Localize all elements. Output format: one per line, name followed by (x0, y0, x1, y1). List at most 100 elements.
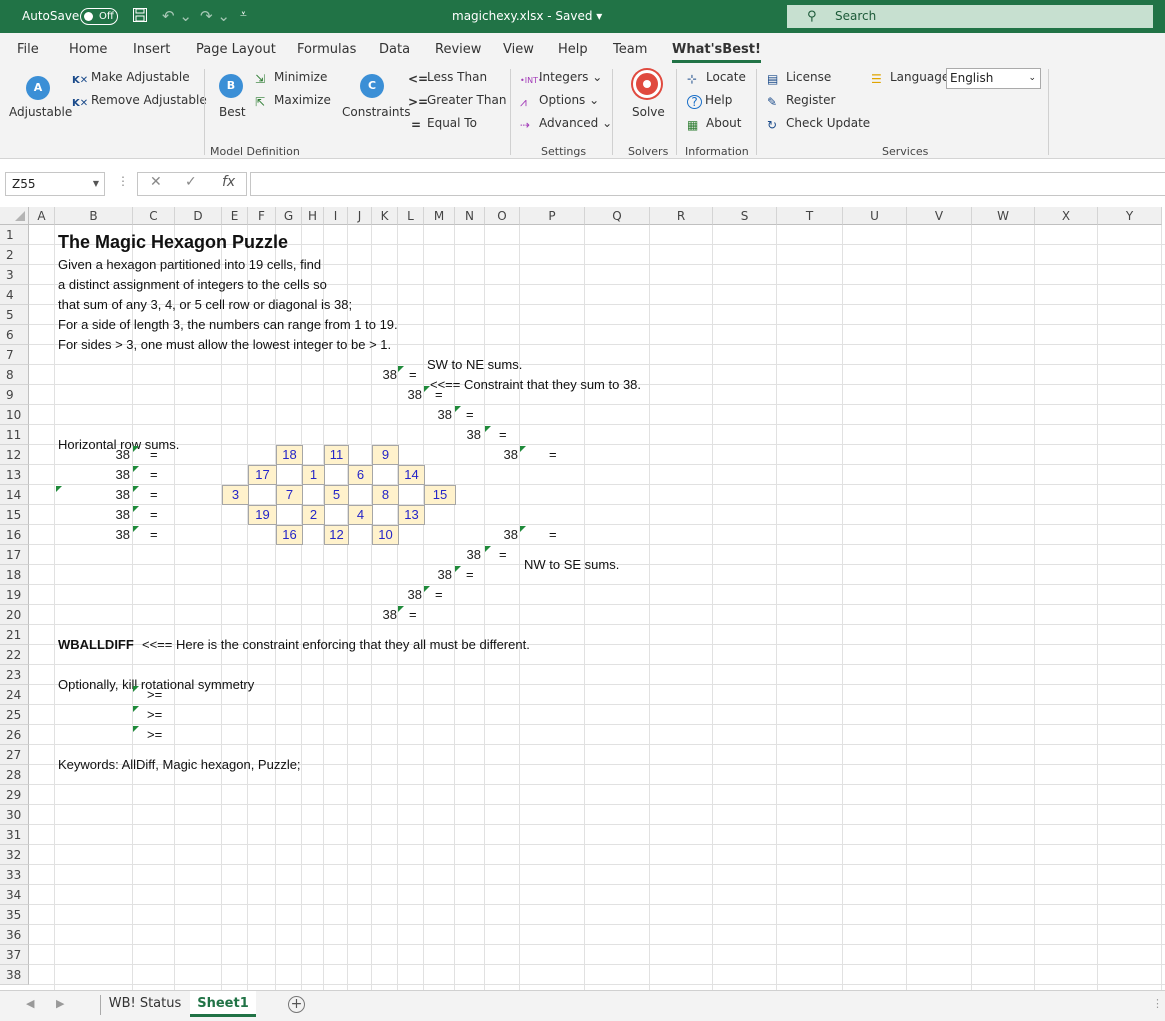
row-header[interactable]: 32 (0, 845, 29, 865)
remove-adjustable-button[interactable]: K✕ Remove Adjustable (72, 93, 207, 112)
hex-cell[interactable]: 1 (302, 465, 325, 485)
row-header[interactable]: 19 (0, 585, 29, 605)
make-adjustable-button[interactable]: K✕ Make Adjustable (72, 70, 190, 89)
sum-cell[interactable]: 38 (93, 505, 133, 525)
row-header[interactable]: 23 (0, 665, 29, 685)
hex-cell[interactable]: 17 (248, 465, 277, 485)
column-header[interactable]: I (324, 207, 348, 225)
column-header[interactable]: T (777, 207, 843, 225)
column-header[interactable]: W (972, 207, 1035, 225)
column-header[interactable]: O (485, 207, 520, 225)
insert-function-icon[interactable]: fx (222, 174, 235, 190)
sum-cell[interactable]: 38 (444, 545, 484, 565)
column-header[interactable]: N (455, 207, 485, 225)
row-header[interactable]: 12 (0, 445, 29, 465)
add-sheet-icon[interactable]: + (288, 996, 305, 1013)
help-button[interactable]: ? Help (687, 93, 732, 109)
tab-team[interactable]: Team (613, 42, 647, 57)
less-than-button[interactable]: <=Less Than (408, 70, 487, 86)
tab-file[interactable]: File (17, 42, 39, 57)
hex-cell[interactable]: 15 (424, 485, 456, 505)
select-all-corner[interactable] (0, 207, 29, 225)
column-header[interactable]: K (372, 207, 398, 225)
hex-cell[interactable]: 18 (276, 445, 303, 465)
tab-review[interactable]: Review (435, 42, 481, 57)
license-button[interactable]: ▤ License (767, 70, 831, 86)
column-header[interactable]: V (907, 207, 972, 225)
sum-cell[interactable]: 38 (481, 445, 521, 465)
row-header[interactable]: 16 (0, 525, 29, 545)
column-header[interactable]: C (133, 207, 175, 225)
tab-data[interactable]: Data (379, 42, 410, 57)
row-header[interactable]: 26 (0, 725, 29, 745)
column-header[interactable]: U (843, 207, 907, 225)
sum-cell[interactable]: 38 (360, 605, 400, 625)
row-header[interactable]: 13 (0, 465, 29, 485)
row-header[interactable]: 24 (0, 685, 29, 705)
name-box[interactable]: Z55 ▼ (5, 172, 105, 196)
hex-cell[interactable]: 2 (302, 505, 325, 525)
hex-cell[interactable]: 11 (324, 445, 349, 465)
tab-formulas[interactable]: Formulas (297, 42, 356, 57)
options-dropdown[interactable]: ⩘ Options ⌄ (520, 93, 599, 109)
row-header[interactable]: 3 (0, 265, 29, 285)
hex-cell[interactable]: 4 (348, 505, 373, 525)
row-header[interactable]: 25 (0, 705, 29, 725)
enter-icon[interactable]: ✓ (185, 174, 197, 190)
sum-cell[interactable]: 38 (444, 425, 484, 445)
column-header[interactable]: H (302, 207, 324, 225)
more-options-icon[interactable]: ⋮ (1152, 997, 1163, 1010)
sheet-tab-wb-status[interactable]: WB! Status (104, 991, 186, 1017)
sum-cell[interactable]: 38 (385, 585, 425, 605)
sum-cell[interactable]: 38 (415, 565, 455, 585)
tab-page-layout[interactable]: Page Layout (196, 42, 276, 57)
row-header[interactable]: 38 (0, 965, 29, 985)
redo-icon[interactable]: ↷ ⌄ (200, 7, 230, 25)
row-header[interactable]: 35 (0, 905, 29, 925)
equal-to-button[interactable]: = Equal To (408, 116, 477, 132)
row-header[interactable]: 15 (0, 505, 29, 525)
hex-cell[interactable]: 10 (372, 525, 399, 545)
sum-cell[interactable]: 38 (93, 445, 133, 465)
column-header[interactable]: Y (1098, 207, 1162, 225)
hex-cell[interactable]: 9 (372, 445, 399, 465)
column-header[interactable]: R (650, 207, 713, 225)
hex-cell[interactable]: 19 (248, 505, 277, 525)
row-header[interactable]: 11 (0, 425, 29, 445)
column-header[interactable]: Q (585, 207, 650, 225)
sum-cell[interactable]: 38 (385, 385, 425, 405)
sum-cell[interactable]: 38 (415, 405, 455, 425)
about-button[interactable]: ▦ About (687, 116, 741, 132)
row-header[interactable]: 37 (0, 945, 29, 965)
column-header[interactable]: B (55, 207, 133, 225)
row-header[interactable]: 28 (0, 765, 29, 785)
column-header[interactable]: A (29, 207, 55, 225)
row-header[interactable]: 7 (0, 345, 29, 365)
row-header[interactable]: 14 (0, 485, 29, 505)
column-header[interactable]: J (348, 207, 372, 225)
row-header[interactable]: 20 (0, 605, 29, 625)
hex-cell[interactable]: 7 (276, 485, 303, 505)
row-header[interactable]: 4 (0, 285, 29, 305)
greater-than-button[interactable]: >=Greater Than (408, 93, 506, 109)
row-header[interactable]: 34 (0, 885, 29, 905)
hex-cell[interactable]: 6 (348, 465, 373, 485)
row-header[interactable]: 5 (0, 305, 29, 325)
sum-cell[interactable]: 38 (481, 525, 521, 545)
column-header[interactable]: D (175, 207, 222, 225)
column-header[interactable]: F (248, 207, 276, 225)
sum-cell[interactable]: 38 (93, 465, 133, 485)
column-header[interactable]: S (713, 207, 777, 225)
row-header[interactable]: 30 (0, 805, 29, 825)
formula-input[interactable] (250, 172, 1165, 196)
column-header[interactable]: M (424, 207, 455, 225)
maximize-button[interactable]: ⇱ Maximize (255, 93, 331, 109)
tab-view[interactable]: View (503, 42, 534, 57)
worksheet[interactable]: ABCDEFGHIJKLMNOPQRSTUVWXY 1 2 3 4 5 6 7 8 9 10 11 1… (0, 207, 1165, 990)
row-header[interactable]: 22 (0, 645, 29, 665)
adjustable-button[interactable]: Adjustable (9, 105, 72, 119)
register-button[interactable]: ✎ Register (767, 93, 835, 109)
sum-cell[interactable]: 38 (93, 525, 133, 545)
column-header[interactable]: P (520, 207, 585, 225)
locate-button[interactable]: ⊹ Locate (687, 70, 746, 86)
